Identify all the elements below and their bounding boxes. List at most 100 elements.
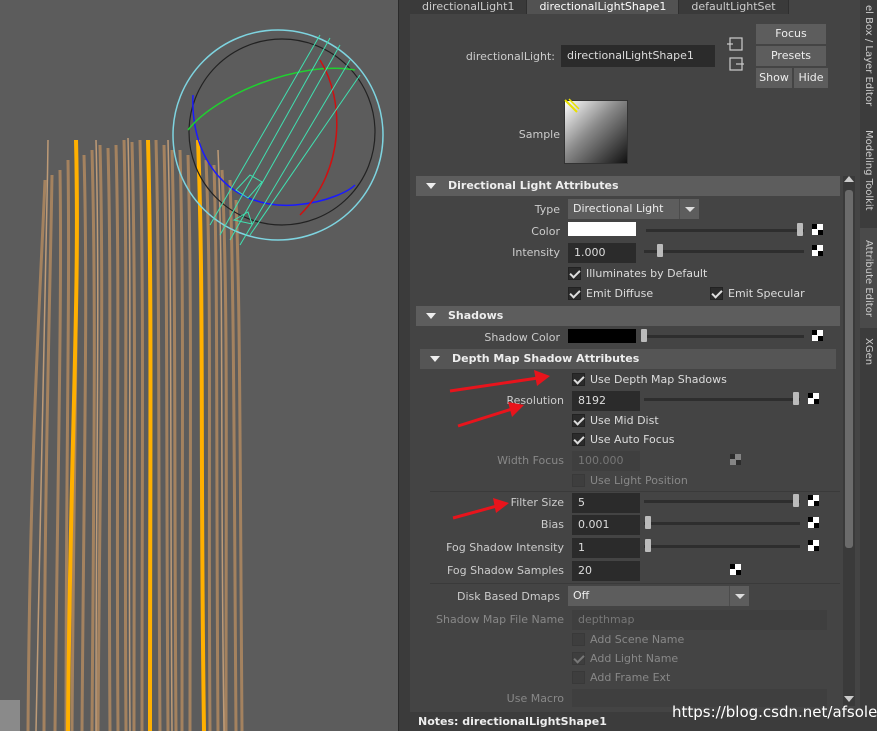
emit-diffuse-checkbox[interactable] — [568, 287, 581, 300]
scroll-up-icon[interactable] — [844, 176, 854, 182]
tab-directional-light-shape[interactable]: directionalLightShape1 — [527, 0, 680, 14]
illuminates-checkbox[interactable] — [568, 267, 581, 280]
width-focus-label: Width Focus — [497, 454, 564, 467]
collapse-triangle-icon — [430, 356, 440, 362]
viewport-3d[interactable] — [0, 0, 398, 731]
tab-attribute-editor[interactable]: Attribute Editor — [860, 228, 877, 328]
scroll-down-icon[interactable] — [844, 696, 854, 702]
use-light-position-checkbox[interactable] — [572, 474, 585, 487]
fog-intensity-slider[interactable] — [644, 545, 800, 548]
notes-label: Notes: — [418, 715, 459, 728]
chevron-down-icon — [729, 586, 749, 606]
width-focus-field[interactable]: 100.000 — [572, 451, 640, 471]
bias-field[interactable]: 0.001 — [572, 515, 640, 535]
color-slider-thumb[interactable] — [797, 223, 803, 236]
collapse-triangle-icon — [426, 183, 436, 189]
annotation-arrow-3 — [452, 498, 509, 520]
tab-label: el Box / Layer Editor — [863, 5, 874, 107]
section-shadows[interactable]: Shadows — [416, 306, 840, 326]
section-title: Depth Map Shadow Attributes — [452, 352, 640, 365]
fog-intensity-map-button[interactable] — [808, 540, 819, 551]
disk-dmaps-dropdown[interactable]: Off — [568, 586, 749, 606]
section-directional-light[interactable]: Directional Light Attributes — [416, 176, 840, 196]
fog-samples-map-button[interactable] — [730, 564, 741, 575]
illuminates-label: Illuminates by Default — [586, 267, 708, 280]
use-depth-map-checkbox[interactable] — [572, 373, 585, 386]
show-button[interactable]: Show — [756, 68, 792, 88]
filter-size-map-button[interactable] — [808, 495, 819, 506]
type-value: Directional Light — [573, 202, 664, 215]
emit-specular-checkbox[interactable] — [710, 287, 723, 300]
intensity-slider-thumb[interactable] — [657, 244, 663, 257]
notes-value: directionalLightShape1 — [462, 715, 607, 728]
shadow-color-swatch[interactable] — [568, 329, 636, 343]
use-auto-focus-checkbox[interactable] — [572, 433, 585, 446]
tab-channel-box[interactable]: el Box / Layer Editor — [860, 0, 877, 112]
intensity-slider[interactable] — [644, 250, 804, 253]
focus-button[interactable]: Focus — [756, 24, 826, 44]
fog-samples-label: Fog Shadow Samples — [446, 564, 564, 577]
node-name-label: directionalLight: — [465, 50, 555, 63]
presets-button[interactable]: Presets — [756, 46, 826, 66]
color-map-button[interactable] — [812, 224, 823, 235]
chevron-down-icon — [679, 199, 699, 219]
add-scene-label: Add Scene Name — [590, 633, 685, 646]
shadow-file-field[interactable]: depthmap — [572, 610, 827, 630]
fog-intensity-slider-thumb[interactable] — [645, 539, 651, 552]
resolution-map-button[interactable] — [808, 393, 819, 404]
light-icon — [564, 98, 580, 113]
filter-size-field[interactable]: 5 — [572, 493, 640, 513]
type-dropdown[interactable]: Directional Light — [568, 199, 699, 219]
separator — [430, 491, 840, 492]
side-tabs: el Box / Layer Editor Modeling Toolkit A… — [860, 0, 877, 731]
node-tabs: directionalLight1 directionalLightShape1… — [410, 0, 789, 14]
disk-dmaps-value: Off — [573, 589, 590, 602]
emit-diffuse-label: Emit Diffuse — [586, 287, 654, 300]
shadow-file-label: Shadow Map File Name — [436, 613, 564, 626]
separator — [430, 583, 840, 584]
color-slider[interactable] — [646, 229, 804, 232]
annotation-arrow-2 — [457, 402, 524, 428]
bias-slider-thumb[interactable] — [645, 516, 651, 529]
fog-intensity-field[interactable]: 1 — [572, 538, 640, 558]
add-scene-checkbox[interactable] — [572, 633, 585, 646]
filter-size-slider[interactable] — [644, 500, 800, 503]
node-name-field[interactable]: directionalLightShape1 — [561, 45, 715, 67]
shadow-color-map-button[interactable] — [812, 330, 823, 341]
shadow-color-slider[interactable] — [644, 335, 804, 338]
scrollbar-thumb[interactable] — [845, 190, 853, 548]
tab-modeling-toolkit[interactable]: Modeling Toolkit — [860, 118, 877, 222]
resolution-slider-thumb[interactable] — [793, 392, 799, 405]
use-mid-dist-label: Use Mid Dist — [590, 414, 659, 427]
width-focus-map-button[interactable] — [730, 454, 741, 465]
use-auto-focus-label: Use Auto Focus — [590, 433, 675, 446]
shadow-color-slider-thumb[interactable] — [641, 329, 647, 342]
intensity-field[interactable]: 1.000 — [568, 243, 636, 263]
resolution-slider[interactable] — [644, 398, 800, 401]
section-title: Directional Light Attributes — [448, 179, 619, 192]
add-frame-checkbox[interactable] — [572, 671, 585, 684]
tab-label: Modeling Toolkit — [863, 129, 874, 211]
fog-samples-field[interactable]: 20 — [572, 561, 640, 581]
emit-specular-label: Emit Specular — [728, 287, 805, 300]
tab-label: XGen — [863, 338, 874, 366]
resolution-field[interactable]: 8192 — [572, 391, 640, 411]
tab-label: Attribute Editor — [863, 239, 874, 317]
bias-slider[interactable] — [644, 522, 800, 525]
bias-map-button[interactable] — [808, 517, 819, 528]
color-swatch[interactable] — [568, 222, 636, 236]
hide-button[interactable]: Hide — [794, 68, 828, 88]
tab-default-light-set[interactable]: defaultLightSet — [679, 0, 789, 14]
use-mid-dist-checkbox[interactable] — [572, 414, 585, 427]
add-light-checkbox[interactable] — [572, 652, 585, 665]
intensity-label: Intensity — [512, 246, 560, 259]
intensity-map-button[interactable] — [812, 245, 823, 256]
shadow-color-label: Shadow Color — [484, 331, 560, 344]
tab-directional-light[interactable]: directionalLight1 — [410, 0, 528, 14]
use-macro-label: Use Macro — [506, 692, 564, 705]
filter-size-slider-thumb[interactable] — [793, 494, 799, 507]
add-frame-label: Add Frame Ext — [590, 671, 671, 684]
panel-splitter[interactable] — [398, 0, 410, 731]
focus-icons[interactable] — [727, 35, 745, 75]
tab-xgen[interactable]: XGen — [860, 334, 877, 370]
